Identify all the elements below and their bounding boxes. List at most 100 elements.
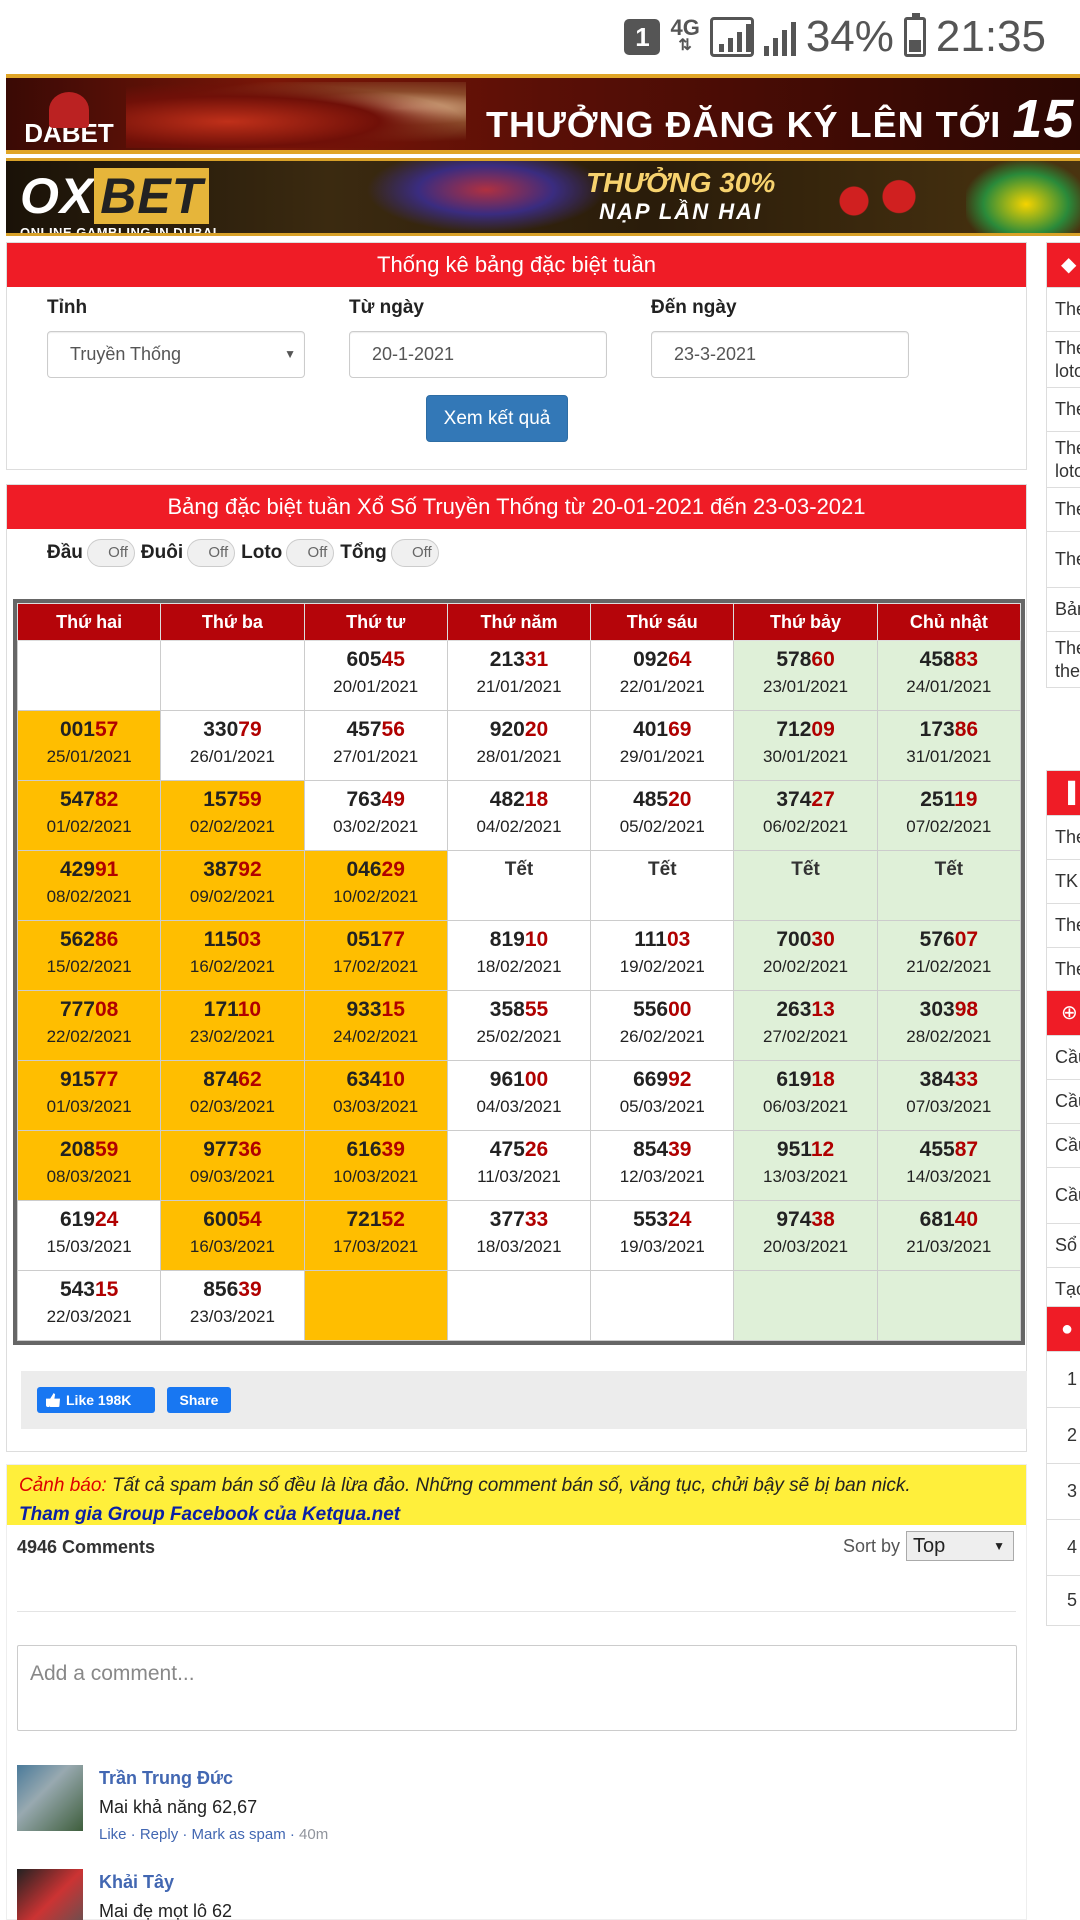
- sidebar-link[interactable]: The: [1047, 487, 1080, 531]
- to-date-input[interactable]: 23-3-2021: [651, 331, 909, 378]
- draw-date: 17/02/2021: [333, 957, 419, 976]
- view-results-button[interactable]: Xem kết quả: [426, 395, 568, 442]
- number-head: 933: [346, 998, 382, 1021]
- draw-date: 22/02/2021: [46, 1027, 132, 1046]
- special-number: 71209: [734, 717, 876, 743]
- special-number: 60545: [305, 647, 447, 673]
- sidebar-block: ◆TheThelotoTheThelotoTheTheBảnThethe: [1046, 242, 1080, 688]
- sidebar-link[interactable]: TK: [1047, 859, 1080, 903]
- comment-text: Mai đẹ mọt lô 62: [99, 1901, 233, 1920]
- comment-count: 4946 Comments: [17, 1537, 156, 1557]
- number-tail: 24: [668, 1208, 692, 1231]
- comment-author[interactable]: Trần Trung Đức: [99, 1765, 899, 1791]
- from-date-input[interactable]: 20-1-2021: [349, 331, 607, 378]
- number-tail: 00: [524, 1068, 549, 1091]
- sidebar-link[interactable]: The: [1047, 947, 1080, 991]
- sidebar-link[interactable]: Sổ: [1047, 1223, 1080, 1267]
- number-tail: 39: [238, 1278, 262, 1301]
- number-head: 605: [346, 648, 382, 671]
- avatar[interactable]: [17, 1869, 83, 1920]
- number-tail: 64: [668, 648, 692, 671]
- number-head: 763: [346, 788, 382, 811]
- sidebar-link[interactable]: The: [1047, 387, 1080, 431]
- number-tail: 24: [94, 1208, 119, 1231]
- special-number: 17110: [161, 997, 303, 1023]
- to-date-field: Đến ngày 23-3-2021: [651, 297, 909, 378]
- special-number: 57860: [734, 647, 876, 673]
- number-head: 475: [489, 1138, 525, 1161]
- special-number: 25119: [878, 787, 1020, 813]
- result-cell: 20859 08/03/2021: [16, 1130, 162, 1201]
- avatar[interactable]: [17, 1765, 83, 1831]
- toggle-switch[interactable]: Off: [286, 539, 335, 567]
- number-tail: 39: [668, 1138, 692, 1161]
- sidebar-link[interactable]: The: [1047, 287, 1080, 331]
- special-number: 20859: [18, 1137, 160, 1163]
- number-tail: 92: [238, 858, 262, 881]
- sidebar-link[interactable]: Cầu: [1047, 1123, 1080, 1167]
- sidebar-link-text: The: [1055, 915, 1080, 935]
- comment-input[interactable]: Add a comment...: [17, 1645, 1017, 1731]
- number-head: 092: [633, 648, 669, 671]
- facebook-like-button[interactable]: Like 198K: [37, 1387, 155, 1413]
- number-head: 700: [776, 928, 812, 951]
- draw-date: 15/03/2021: [46, 1237, 132, 1256]
- dabet-banner[interactable]: DABET THƯỞNG ĐĂNG KÝ LÊN TỚI 15 TRIỆU: [6, 74, 1080, 154]
- weekday-header: Thứ ba: [160, 603, 305, 641]
- table-row: 60545 20/01/2021 21331 21/01/2021 09264 22/01…: [16, 640, 1022, 711]
- like-label: Like: [66, 1392, 95, 1408]
- number-head: 600: [203, 1208, 239, 1231]
- sidebar-link[interactable]: Bản: [1047, 587, 1080, 631]
- toggle-switch[interactable]: Off: [86, 539, 135, 567]
- sidebar-link[interactable]: Cầu: [1047, 1079, 1080, 1123]
- number-head: 681: [919, 1208, 955, 1231]
- sidebar-link[interactable]: Tạo: [1047, 1267, 1080, 1311]
- comment-author[interactable]: Khải Tây: [99, 1869, 899, 1895]
- sidebar-link[interactable]: 4: [1047, 1519, 1080, 1575]
- toggle-switch[interactable]: Off: [390, 539, 439, 567]
- facebook-group-link[interactable]: Tham gia Group Facebook của Ketqua.net: [19, 1504, 400, 1525]
- sidebar-link[interactable]: Cầu: [1047, 1167, 1080, 1223]
- sidebar-link[interactable]: Theloto: [1047, 331, 1080, 387]
- number-tail: 26: [524, 1138, 549, 1161]
- number-tail: 87: [954, 1138, 979, 1161]
- special-number: 85639: [161, 1277, 303, 1303]
- oxbet-banner[interactable]: OX BET ONLINE GAMBLING IN DUBAI THƯỞNG 30…: [6, 158, 1080, 236]
- sidebar-link[interactable]: Cầu: [1047, 1035, 1080, 1079]
- number-tail: 69: [668, 718, 692, 741]
- sidebar-link-text: 3: [1067, 1481, 1078, 1501]
- sort-select[interactable]: Top ▼: [906, 1531, 1014, 1561]
- sidebar-link[interactable]: 1: [1047, 1351, 1080, 1407]
- number-head: 330: [203, 718, 239, 741]
- number-head: 401: [633, 718, 669, 741]
- province-select[interactable]: Truyền Thống ▼: [47, 331, 305, 378]
- sidebar-link[interactable]: 2: [1047, 1407, 1080, 1463]
- special-number: 37733: [448, 1207, 590, 1233]
- sidebar-link[interactable]: The: [1047, 903, 1080, 947]
- number-tail: 33: [524, 1208, 549, 1231]
- number-head: 001: [59, 718, 95, 741]
- sidebar-link[interactable]: The: [1047, 531, 1080, 587]
- result-cell: 57860 23/01/2021: [733, 640, 878, 711]
- result-cell: Tết: [446, 850, 592, 921]
- result-cell: 85639 23/03/2021: [160, 1270, 305, 1341]
- sidebar-link[interactable]: 3: [1047, 1463, 1080, 1519]
- comment-action-links[interactable]: Like · Reply · Mark as spam ·: [99, 1826, 299, 1843]
- sidebar-link[interactable]: 5: [1047, 1575, 1080, 1625]
- network-icon: 4G ⇅: [670, 15, 700, 55]
- draw-date: 03/03/2021: [333, 1097, 419, 1116]
- sidebar-block: ⊕CầuCầuCầuCầuSổTạoTổn: [1046, 990, 1080, 1346]
- sim-badge: 1: [624, 19, 661, 55]
- dabet-promo: THƯỞNG ĐĂNG KÝ LÊN TỚI 15 TRIỆU: [486, 88, 1080, 150]
- sidebar-link-text: The: [1055, 499, 1080, 519]
- table-row: 42991 08/02/2021 38792 09/02/2021 04629 10/02…: [16, 850, 1022, 921]
- sidebar-link[interactable]: Thethe: [1047, 631, 1080, 687]
- draw-date: 27/01/2021: [333, 747, 419, 766]
- toggle-switch[interactable]: Off: [187, 539, 236, 567]
- sidebar-link[interactable]: The: [1047, 815, 1080, 859]
- facebook-share-button[interactable]: Share: [167, 1387, 231, 1413]
- number-head: 458: [919, 648, 955, 671]
- result-cell: 26313 27/02/2021: [733, 990, 878, 1061]
- sidebar-link[interactable]: Theloto: [1047, 431, 1080, 487]
- special-number: 00157: [18, 717, 160, 743]
